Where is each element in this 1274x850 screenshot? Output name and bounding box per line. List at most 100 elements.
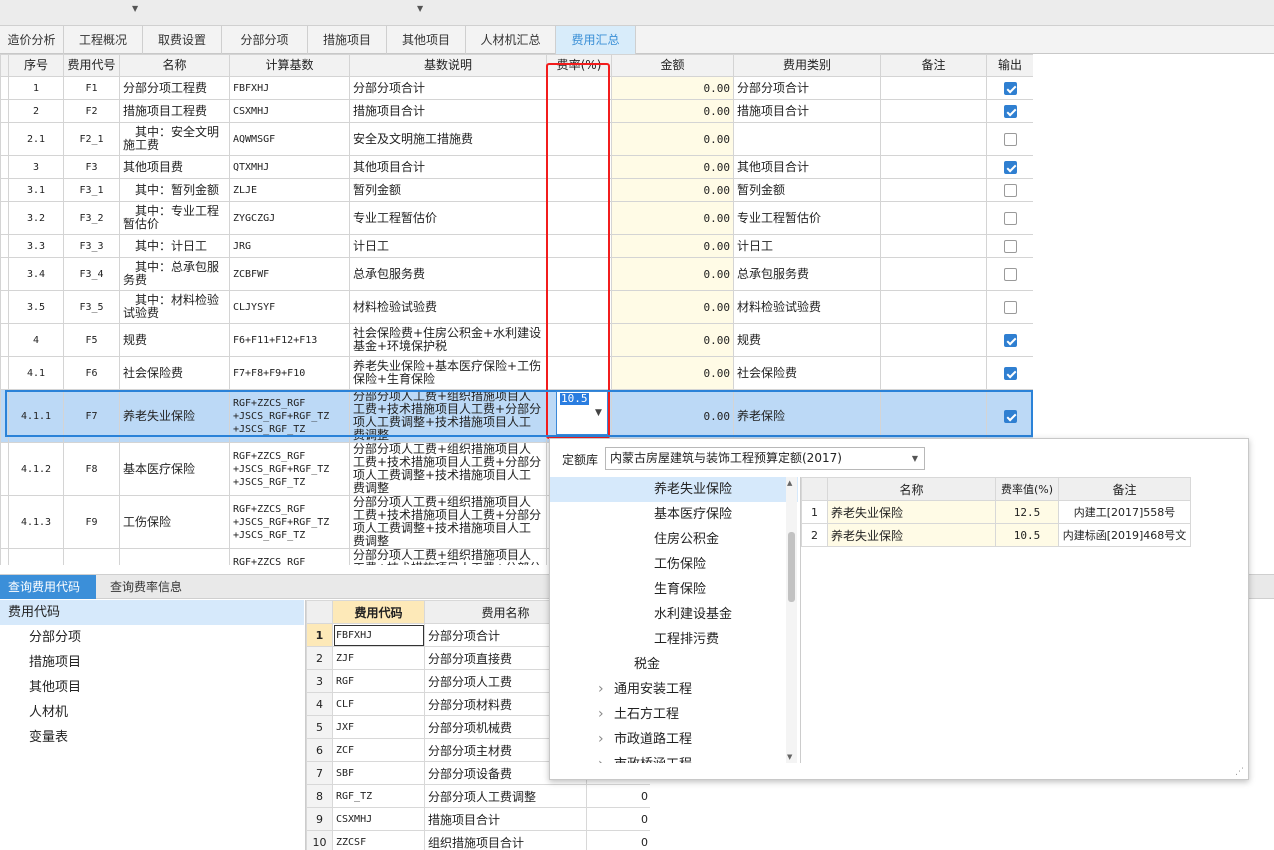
rate-cell-value[interactable]: 12.5 bbox=[995, 500, 1059, 524]
cell-name[interactable]: 工伤保险 bbox=[119, 495, 230, 549]
cell-name[interactable]: 其中：计日工 bbox=[119, 234, 230, 258]
code-cell-name[interactable]: 分部分项人工费调整 bbox=[424, 784, 587, 808]
tree-item-labor-material[interactable]: 人材机 bbox=[0, 700, 304, 725]
cell-name[interactable]: 其中：暂列金额 bbox=[119, 178, 230, 202]
tree-item-measures[interactable]: 措施项目 bbox=[0, 650, 304, 675]
cell-category[interactable]: 专业工程暂估价 bbox=[733, 201, 881, 235]
library-select[interactable]: 内蒙古房屋建筑与装饰工程预算定额(2017) ▼ bbox=[605, 447, 925, 470]
rate-edit-cell[interactable]: 10.5 ▼ bbox=[556, 391, 608, 435]
cell-output[interactable] bbox=[986, 76, 1033, 100]
code-cell-code[interactable]: SBF bbox=[332, 761, 425, 785]
cell-note[interactable] bbox=[880, 389, 987, 443]
rate-cell-name[interactable]: 养老失业保险 bbox=[827, 523, 996, 547]
cell-rate[interactable] bbox=[546, 290, 612, 324]
cell-desc[interactable]: 社会保险费+住房公积金+水利建设基金+环境保护税 bbox=[349, 323, 547, 357]
cell-output[interactable] bbox=[986, 122, 1033, 156]
code-row[interactable]: 10 ZZCSF 组织措施项目合计 0 bbox=[306, 830, 650, 850]
cell-code[interactable]: F3_3 bbox=[63, 234, 120, 258]
output-checkbox[interactable] bbox=[1003, 333, 1017, 347]
cell-desc[interactable]: 养老失业保险+基本医疗保险+工伤保险+生育保险 bbox=[349, 356, 547, 390]
cell-name[interactable]: 其中：安全文明施工费 bbox=[119, 122, 230, 156]
cell-output[interactable] bbox=[986, 290, 1033, 324]
cell-desc[interactable]: 安全及文明施工措施费 bbox=[349, 122, 547, 156]
fee-row[interactable]: 3.2 F3_2 其中：专业工程暂估价 ZYGCZGJ 专业工程暂估价 0.00 专业工程… bbox=[0, 201, 1033, 235]
rate-category-item[interactable]: 基本医疗保险 bbox=[550, 502, 798, 527]
col-header-output[interactable]: 输出 bbox=[986, 54, 1033, 77]
rate-category-item[interactable]: 工伤保险 bbox=[550, 552, 798, 577]
cell-note[interactable] bbox=[880, 76, 987, 100]
row-indicator[interactable] bbox=[0, 76, 9, 100]
cell-base[interactable]: F7+F8+F9+F10 bbox=[229, 356, 350, 390]
cell-note[interactable] bbox=[880, 201, 987, 235]
cell-category[interactable]: 其他项目合计 bbox=[733, 155, 881, 179]
tree-item-variables[interactable]: 变量表 bbox=[0, 725, 304, 750]
cell-seq[interactable]: 1 bbox=[8, 76, 64, 100]
row-indicator[interactable] bbox=[0, 356, 9, 390]
cell-name[interactable]: 社会保险费 bbox=[119, 356, 230, 390]
cell-category[interactable]: 养老保险 bbox=[733, 389, 881, 443]
rate-row[interactable]: 1 养老失业保险 12.5 内建工[2017]558号 bbox=[801, 500, 1191, 524]
cell-output[interactable] bbox=[986, 389, 1033, 443]
cell-output[interactable] bbox=[986, 257, 1033, 291]
cell-seq[interactable]: 3.2 bbox=[8, 201, 64, 235]
output-checkbox[interactable] bbox=[1003, 409, 1017, 423]
fee-row[interactable]: 4.1.1 F7 养老失业保险 RGF+ZZCS_RGF +JSCS_RGF+RGF_… bbox=[0, 389, 1033, 443]
cell-base[interactable]: F6+F11+F12+F13 bbox=[229, 323, 350, 357]
cell-desc[interactable]: 分部分项人工费+组织措施项目人工费+技术措施项目人工费+分部分项人工费调整+技术… bbox=[349, 495, 547, 549]
fee-row[interactable]: 2.1 F2_1 其中：安全文明施工费 AQWMSGF 安全及文明施工措施费 0.00 bbox=[0, 122, 1033, 156]
chevron-right-icon[interactable]: › bbox=[598, 727, 614, 752]
cell-desc[interactable]: 暂列金额 bbox=[349, 178, 547, 202]
tree-item-sub-items[interactable]: 分部分项 bbox=[0, 625, 304, 650]
code-row-number[interactable]: 3 bbox=[306, 669, 333, 693]
code-row-number[interactable]: 10 bbox=[306, 830, 333, 850]
cell-seq[interactable]: 3.5 bbox=[8, 290, 64, 324]
tab-query-fee-code[interactable]: 查询费用代码 bbox=[0, 575, 96, 599]
output-checkbox[interactable] bbox=[1003, 366, 1017, 380]
tree-item-other-items[interactable]: 其他项目 bbox=[0, 675, 304, 700]
output-checkbox[interactable] bbox=[1003, 160, 1017, 174]
col-header-note[interactable]: 备注 bbox=[880, 54, 987, 77]
row-indicator[interactable] bbox=[0, 178, 9, 202]
cell-output[interactable] bbox=[986, 234, 1033, 258]
cell-seq[interactable]: 2 bbox=[8, 99, 64, 123]
col-header-fee-code[interactable]: 费用代码 bbox=[332, 600, 425, 624]
cell-base[interactable]: ZCBFWF bbox=[229, 257, 350, 291]
cell-rate[interactable] bbox=[546, 122, 612, 156]
cell-base[interactable]: RGF+ZZCS_RGF +JSCS_RGF+RGF_TZ +JSCS_RGF_… bbox=[229, 389, 350, 443]
cell-seq[interactable]: 4.1.1 bbox=[8, 389, 64, 443]
rate-category-item[interactable]: 住房公积金 bbox=[550, 527, 798, 552]
row-indicator[interactable] bbox=[0, 548, 9, 565]
cell-code[interactable]: F3 bbox=[63, 155, 120, 179]
scroll-down-icon[interactable]: ▼ bbox=[787, 753, 792, 761]
row-indicator[interactable] bbox=[0, 99, 9, 123]
output-checkbox[interactable] bbox=[1003, 104, 1017, 118]
output-checkbox[interactable] bbox=[1003, 132, 1017, 146]
cell-note[interactable] bbox=[880, 99, 987, 123]
cell-seq[interactable]: 4 bbox=[8, 323, 64, 357]
dropdown-arrow-icon[interactable]: ▼ bbox=[595, 408, 602, 418]
cell-rate[interactable] bbox=[546, 323, 612, 357]
cell-seq[interactable]: 3.1 bbox=[8, 178, 64, 202]
rate-row-number[interactable]: 2 bbox=[801, 523, 828, 547]
cell-output[interactable] bbox=[986, 99, 1033, 123]
col-header-rate-name[interactable]: 名称 bbox=[827, 477, 996, 501]
code-row-number[interactable]: 7 bbox=[306, 761, 333, 785]
code-row[interactable]: 9 CSXMHJ 措施项目合计 0 bbox=[306, 807, 650, 831]
cell-base[interactable]: JRG bbox=[229, 234, 350, 258]
rate-category-item[interactable]: › 通用安装工程 bbox=[550, 677, 798, 702]
cell-name[interactable]: 生育保险 bbox=[119, 548, 230, 565]
cell-base[interactable]: ZLJE bbox=[229, 178, 350, 202]
col-header-category[interactable]: 费用类别 bbox=[733, 54, 881, 77]
row-indicator[interactable] bbox=[0, 201, 9, 235]
cell-seq[interactable]: 4.1.3 bbox=[8, 495, 64, 549]
code-row-number[interactable]: 1 bbox=[306, 623, 333, 647]
output-checkbox[interactable] bbox=[1003, 183, 1017, 197]
cell-category[interactable]: 材料检验试验费 bbox=[733, 290, 881, 324]
fee-row[interactable]: 4.1 F6 社会保险费 F7+F8+F9+F10 养老失业保险+基本医疗保险+工伤保险… bbox=[0, 356, 1033, 390]
code-row-number[interactable]: 8 bbox=[306, 784, 333, 808]
fee-row[interactable]: 1 F1 分部分项工程费 FBFXHJ 分部分项合计 0.00 分部分项合计 bbox=[0, 76, 1033, 100]
cell-name[interactable]: 养老失业保险 bbox=[119, 389, 230, 443]
code-cell-code[interactable]: ZJF bbox=[332, 646, 425, 670]
resize-grip-icon[interactable]: ⋰ bbox=[1235, 767, 1244, 777]
fee-row[interactable]: 2 F2 措施项目工程费 CSXMHJ 措施项目合计 0.00 措施项目合计 bbox=[0, 99, 1033, 123]
